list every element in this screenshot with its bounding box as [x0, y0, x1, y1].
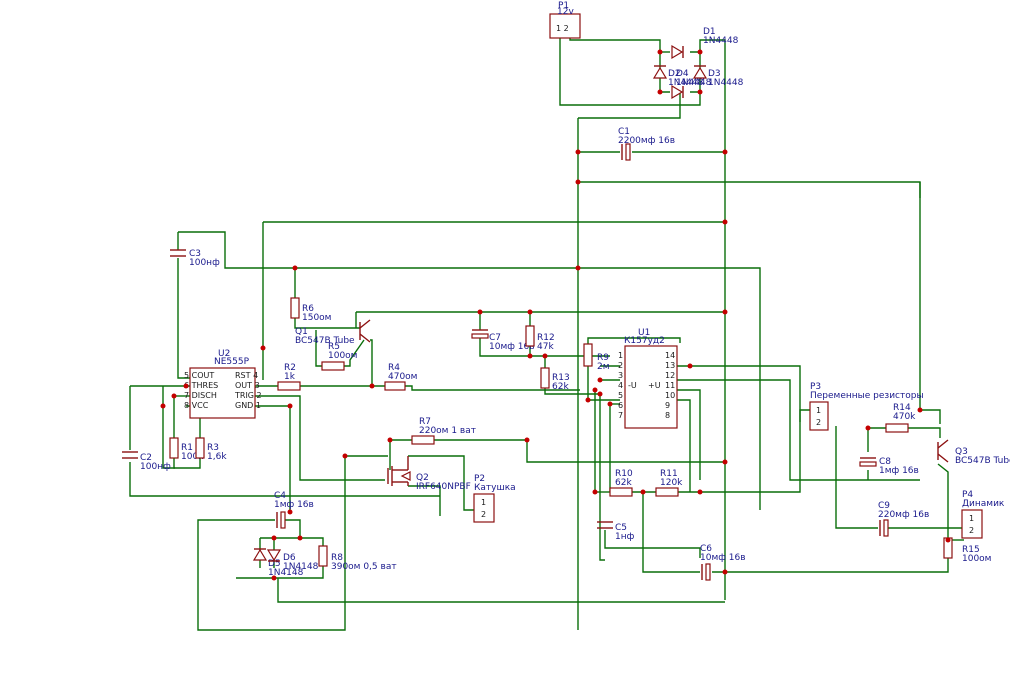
u1-pin-l5: 5: [618, 391, 623, 400]
resistor-r6: R6 150ом: [290, 297, 331, 323]
capacitor-c6: C6 10мф 16в: [700, 544, 746, 581]
transistor-q2: Q2 IRF640NPBF: [387, 456, 471, 492]
p1-pins: 1 2: [556, 24, 569, 33]
c5-value: 1нф: [615, 532, 635, 542]
p2-pin-2: 2: [481, 510, 486, 519]
capacitor-c8: C8 1мф 16в: [859, 457, 919, 476]
q1-value: BC547B Tube: [295, 336, 355, 346]
c1-value: 2200мф 16в: [618, 136, 675, 146]
u1-pin-r14: 14: [665, 351, 675, 360]
q2-value: IRF640NPBF: [416, 482, 471, 492]
capacitor-c9: C9 220мф 16в: [878, 501, 929, 537]
u2-pin-left-2: 6 THRES: [184, 381, 218, 390]
c8-value: 1мф 16в: [879, 466, 919, 476]
p3-value: Переменные резисторы: [810, 391, 924, 401]
d3-value: 1N4448: [708, 78, 744, 88]
r11-value: 120k: [660, 478, 683, 488]
d6-value: 1N4148: [283, 562, 319, 572]
r2-value: 1k: [284, 372, 296, 382]
r7-value: 220ом 1 ват: [419, 426, 476, 436]
u1-pin-l1: 1: [618, 351, 623, 360]
diode-d4: D4 1N4448: [671, 69, 712, 100]
u2-pin-left-4: 8 VCC: [184, 401, 209, 410]
u2-pin-right-1: RST 4: [235, 371, 258, 380]
p2-pin-1: 1: [481, 498, 486, 507]
capacitor-c5: C5 1нф: [597, 521, 635, 542]
u1-pin-l4: 4: [618, 381, 623, 390]
p4-pin-2: 2: [969, 526, 974, 535]
r12-value: 47k: [537, 342, 554, 352]
capacitor-c7: C7 10мф 16в: [471, 329, 535, 352]
u1-pin-r10: 10: [665, 391, 675, 400]
u1-pin-l6: 6: [618, 401, 623, 410]
u2-value: NE555P: [214, 357, 250, 367]
u1-value: К157уд2: [624, 336, 665, 346]
r5-value: 100ом: [328, 351, 357, 361]
u1-pin-l7: 7: [618, 411, 623, 420]
p4-pin-1: 1: [969, 514, 974, 523]
ic-u1-k157ud2: U1 К157уд2 1 2 3 4 5 6 7 -U 14 13 12 11 …: [618, 328, 678, 429]
u1-pin-r8: 8: [665, 411, 670, 420]
p3-pin-1: 1: [816, 406, 821, 415]
c4-value: 1мф 16в: [274, 500, 314, 510]
r6-value: 150ом: [302, 313, 331, 323]
ic-u2-ne555: U2 NE555P 5 COUT 6 THRES 7 DISCH 8 VCC R…: [184, 349, 262, 419]
u1-pin-l2: 2: [618, 361, 623, 370]
p4-value: Динамик: [962, 499, 1005, 509]
r3-value: 1,6k: [207, 452, 227, 462]
c3-value: 100нф: [189, 258, 220, 268]
r10-value: 62k: [615, 478, 632, 488]
u1-fn-minus-u: -U: [628, 381, 637, 390]
resistor-r2: R2 1k: [277, 363, 301, 391]
resistor-r10: R10 62k: [609, 469, 633, 497]
diode-d1: D1 1N4448: [671, 27, 739, 60]
schematic-canvas: P1 12v 1 2 D1 1N4448 D2 1N4448 D3 1N4448…: [0, 0, 1010, 675]
transistor-q3: Q3 BC547B Tube: [937, 439, 1010, 466]
resistor-r3: R3 1,6k: [195, 437, 227, 462]
c2-value: 100нф: [140, 462, 171, 472]
r9-value: 2м: [597, 362, 610, 372]
u1-pin-l3: 3: [618, 371, 623, 380]
components: P1 12v 1 2 D1 1N4448 D2 1N4448 D3 1N4448…: [122, 1, 1010, 581]
resistor-r5: R5 100ом: [321, 342, 357, 371]
connector-p2: P2 Катушка 1 2: [473, 474, 516, 523]
r14-value: 470k: [893, 412, 916, 422]
u2-pin-right-3: TRIG 2: [234, 391, 262, 400]
u2-pin-right-2: OUT 3: [235, 381, 260, 390]
c9-value: 220мф 16в: [878, 510, 929, 520]
u2-pin-left-1: 5 COUT: [184, 371, 214, 380]
q3-value: BC547B Tube: [955, 456, 1010, 466]
resistor-r13: R13 62k: [540, 367, 570, 392]
u2-pin-right-4: GND 1: [235, 401, 261, 410]
connector-p1: P1 12v 1 2: [549, 1, 581, 39]
capacitor-c1: C1 2200мф 16в: [618, 127, 675, 161]
resistor-r8: R8 390ом 0,5 ват: [318, 545, 397, 572]
u2-pin-left-3: 7 DISCH: [184, 391, 217, 400]
p3-pin-2: 2: [816, 418, 821, 427]
r4-value: 470ом: [388, 372, 417, 382]
r15-value: 100ом: [962, 554, 991, 564]
u1-pin-r13: 13: [665, 361, 675, 370]
d1-value: 1N4448: [703, 36, 739, 46]
u1-pin-r9: 9: [665, 401, 670, 410]
connector-p4: P4 Динамик 1 2: [961, 490, 1005, 539]
p2-value: Катушка: [474, 483, 516, 493]
u1-pin-r12: 12: [665, 371, 675, 380]
d4-value: 1N4448: [676, 78, 712, 88]
c6-value: 10мф 16в: [700, 553, 746, 563]
r13-value: 62k: [552, 382, 569, 392]
u1-pin-r11: 11: [665, 381, 675, 390]
p1-value: 12v: [557, 7, 574, 17]
resistor-r15: R15 100ом: [943, 537, 991, 564]
r8-value: 390ом 0,5 ват: [331, 562, 397, 572]
u1-fn-plus-u: +U: [648, 381, 661, 390]
schematic-diagram: P1 12v 1 2 D1 1N4448 D2 1N4448 D3 1N4448…: [122, 1, 1010, 631]
